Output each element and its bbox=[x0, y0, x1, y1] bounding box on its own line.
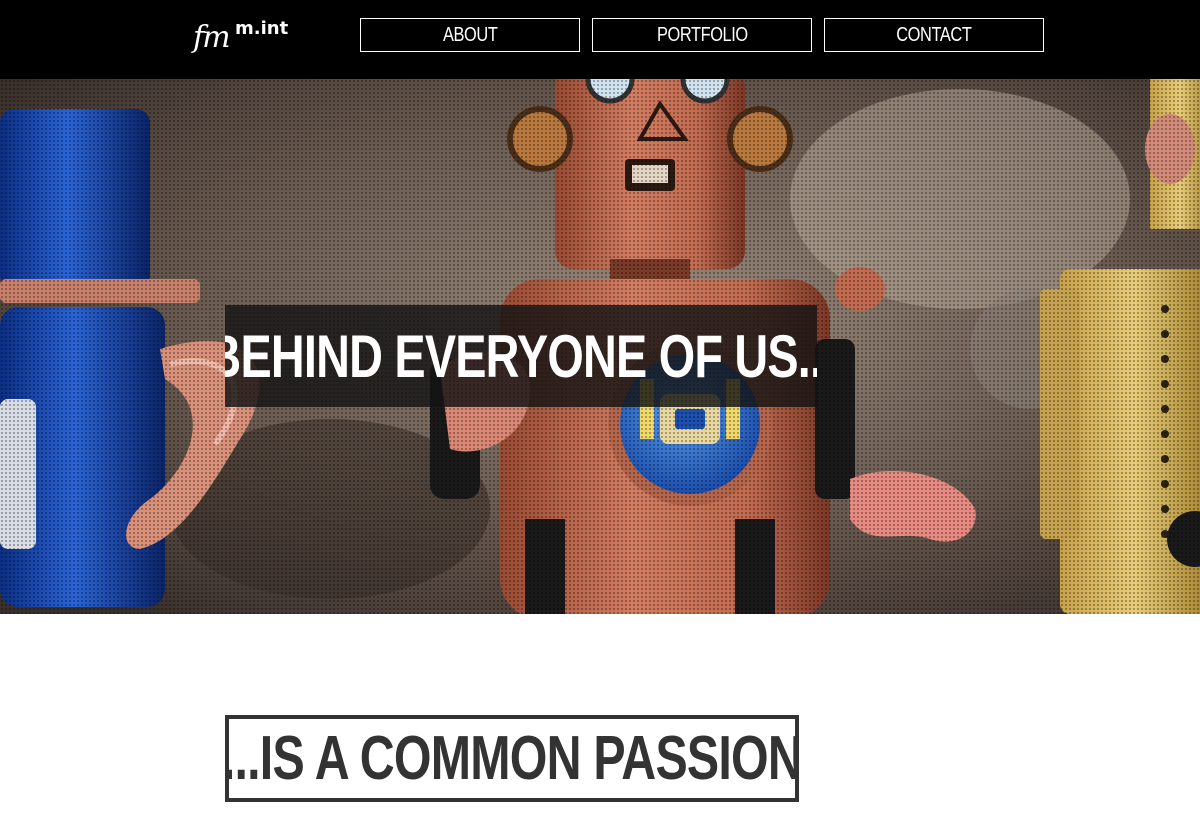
tagline-box: ...IS A COMMON PASSION bbox=[225, 715, 799, 802]
nav-contact-label: CONTACT bbox=[896, 23, 972, 46]
logo-superscript: m.int bbox=[235, 18, 289, 39]
hero-headline: BEHIND EVERYONE OF US... bbox=[225, 322, 817, 390]
nav-portfolio-button[interactable]: PORTFOLIO bbox=[592, 18, 812, 52]
hero-headline-box: BEHIND EVERYONE OF US... bbox=[225, 305, 817, 407]
nav-contact-button[interactable]: CONTACT bbox=[824, 18, 1044, 52]
tagline-text: ...IS A COMMON PASSION bbox=[225, 724, 799, 793]
hero-banner: BEHIND EVERYONE OF US... bbox=[0, 79, 1200, 614]
nav-about-button[interactable]: ABOUT bbox=[360, 18, 580, 52]
nav-portfolio-label: PORTFOLIO bbox=[656, 23, 748, 46]
site-logo[interactable]: fm m.int bbox=[193, 18, 293, 58]
nav-about-label: ABOUT bbox=[442, 23, 498, 46]
top-navigation-bar: fm m.int ABOUT PORTFOLIO CONTACT bbox=[0, 0, 1200, 79]
logo-mark: fm bbox=[193, 20, 231, 55]
